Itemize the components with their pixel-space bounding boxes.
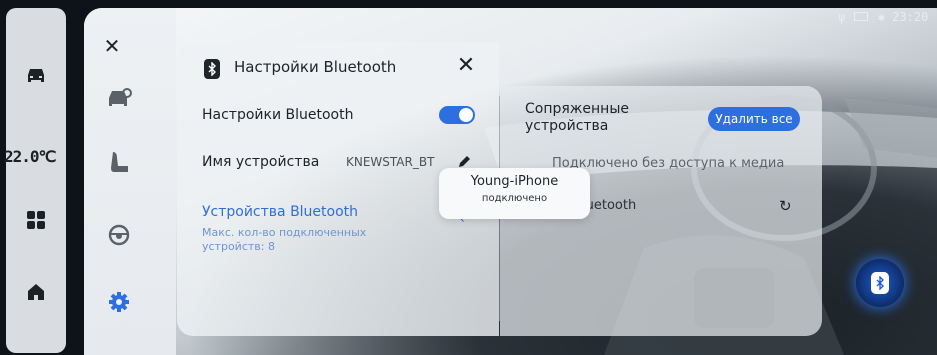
panel-close-icon[interactable]: ✕ [455, 55, 477, 77]
connection-toast: Young-iPhone подключено [439, 168, 590, 219]
paired-devices-title: Сопряженные устройства [525, 101, 630, 134]
edit-pencil-icon[interactable] [457, 154, 471, 168]
toast-subtitle: подключено [481, 193, 548, 204]
connected-no-media-text: Подключено без доступа к медиа [552, 156, 785, 171]
usb-icon: ψ [838, 10, 846, 24]
steering-wheel-icon[interactable] [105, 221, 133, 249]
battery-icon [854, 12, 869, 21]
gear-icon[interactable] [105, 288, 133, 316]
left-dock [6, 8, 66, 353]
temperature-readout[interactable]: 22.0℃ [4, 147, 56, 166]
bluetooth-status-fragment: luetooth [582, 198, 637, 213]
bluetooth-off-icon: ✱ [877, 10, 885, 24]
panel-title: Настройки Bluetooth [234, 58, 397, 76]
apps-grid-icon[interactable] [6, 206, 66, 234]
toast-title: Young-iPhone [470, 174, 559, 189]
bluetooth-toggle[interactable] [439, 106, 475, 124]
infotainment-screen: 22.0℃ ✕ Настройки Bluetooth ✕ Настройки … [0, 0, 937, 355]
bluetooth-icon [204, 59, 220, 79]
car-settings-icon[interactable] [105, 85, 133, 113]
bluetooth-fab[interactable] [856, 259, 904, 307]
clock: 23:20 [892, 10, 929, 24]
device-name-label: Имя устройства [202, 154, 320, 170]
seat-icon[interactable] [105, 148, 133, 176]
delete-all-button[interactable]: Удалить все [708, 107, 800, 131]
home-icon[interactable] [6, 278, 66, 306]
device-name-value: KNEWSTAR_BT [346, 155, 435, 169]
car-icon[interactable] [6, 62, 66, 90]
max-devices-note: Макс. кол-во подключенных устройств: 8 [202, 226, 367, 253]
bluetooth-fab-icon [871, 272, 889, 294]
bluetooth-devices-link[interactable]: Устройства Bluetooth [202, 204, 358, 220]
status-bar: ψ ✱ 23:20 [838, 10, 928, 24]
bluetooth-toggle-label: Настройки Bluetooth [202, 107, 354, 123]
close-icon[interactable]: ✕ [100, 34, 124, 58]
refresh-icon[interactable]: ↻ [779, 197, 795, 215]
